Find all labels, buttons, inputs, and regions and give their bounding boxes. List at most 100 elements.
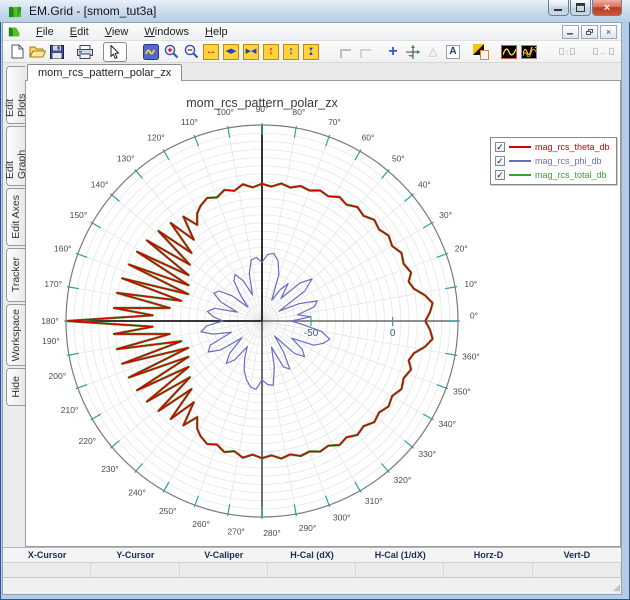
document-tab-strip: mom_rcs_pattern_polar_zx bbox=[25, 63, 621, 81]
delta-marker-button[interactable]: △ bbox=[423, 42, 443, 62]
svg-text:70°: 70° bbox=[328, 117, 341, 127]
text-annotation-button[interactable]: A bbox=[443, 42, 463, 62]
col-y-cursor: Y-Cursor bbox=[116, 549, 155, 560]
sidebar-tab-workspace[interactable]: Workspace bbox=[6, 304, 25, 366]
svg-text:60°: 60° bbox=[362, 132, 375, 142]
text-a-icon: A bbox=[446, 44, 460, 59]
plot-style-1-button[interactable] bbox=[499, 42, 519, 62]
menu-windows[interactable]: Windows bbox=[136, 24, 197, 40]
svg-text:340°: 340° bbox=[438, 419, 456, 429]
legend-checkbox-phi[interactable]: ✓ bbox=[495, 156, 505, 166]
fit-horizontal-button[interactable]: ◀▶ bbox=[221, 42, 241, 62]
sidebar-tab-edit-axes[interactable]: Edit Axes bbox=[6, 188, 25, 246]
expand-horizontal-icon: ↔ bbox=[205, 45, 217, 57]
menu-file[interactable]: File bbox=[28, 24, 62, 40]
shrink-vertical-button[interactable]: ▼ ▲ bbox=[301, 42, 321, 62]
shrink-horizontal-icon: ▶◀ bbox=[245, 48, 257, 55]
plus-cursor-icon: + bbox=[388, 42, 398, 60]
svg-text:110°: 110° bbox=[181, 117, 198, 127]
svg-text:200°: 200° bbox=[49, 371, 67, 381]
color-palette-button[interactable] bbox=[471, 42, 491, 62]
resize-grip-icon[interactable]: ◢ bbox=[613, 582, 620, 593]
svg-text:300°: 300° bbox=[333, 512, 351, 522]
radial-labels: -50 0 bbox=[304, 317, 396, 339]
zoom-window-button[interactable] bbox=[141, 42, 161, 62]
zoom-out-button[interactable] bbox=[181, 42, 201, 62]
svg-text:140°: 140° bbox=[91, 180, 109, 190]
svg-text:280°: 280° bbox=[263, 528, 281, 538]
svg-text:220°: 220° bbox=[78, 436, 96, 446]
expand-vertical-button[interactable]: ↕ bbox=[261, 42, 281, 62]
legend-row: ✓ mag_rcs_theta_db bbox=[495, 141, 610, 153]
new-document-button[interactable] bbox=[7, 42, 27, 62]
val-x-cursor bbox=[3, 562, 92, 577]
shrink-vertical-icon: ▼ ▲ bbox=[308, 46, 314, 57]
double-wave-icon bbox=[521, 44, 537, 59]
corner-marker-2-button[interactable] bbox=[355, 42, 375, 62]
val-v-caliper bbox=[180, 562, 268, 577]
sidebar-tab-edit-plots[interactable]: Edit Plots bbox=[4, 66, 28, 124]
corner-marker-1-button[interactable] bbox=[335, 42, 355, 62]
menu-view[interactable]: View bbox=[97, 24, 137, 40]
spread-horizontal-button-disabled: ↔ bbox=[589, 42, 617, 62]
svg-text:270°: 270° bbox=[227, 526, 245, 536]
sine-wave-icon bbox=[501, 44, 517, 59]
svg-text:190°: 190° bbox=[42, 336, 60, 346]
legend-line-sample bbox=[509, 146, 531, 148]
mdi-minimize-button[interactable] bbox=[562, 25, 579, 39]
svg-text:150°: 150° bbox=[70, 210, 88, 220]
fit-vertical-button[interactable]: ↕ bbox=[281, 42, 301, 62]
color-palette-icon bbox=[473, 43, 489, 60]
svg-text:90°: 90° bbox=[256, 104, 269, 114]
add-cursor-button[interactable]: + bbox=[383, 42, 403, 62]
maximize-button[interactable] bbox=[570, 0, 591, 16]
svg-text:20°: 20° bbox=[455, 243, 468, 253]
svg-text:210°: 210° bbox=[61, 405, 79, 415]
svg-text:170°: 170° bbox=[44, 279, 62, 289]
save-button[interactable] bbox=[47, 42, 67, 62]
triangle-icon: △ bbox=[428, 46, 438, 58]
sidebar-tab-tracker[interactable]: Tracker bbox=[6, 248, 25, 302]
zoom-in-button[interactable] bbox=[161, 42, 181, 62]
close-icon: × bbox=[603, 1, 611, 14]
minimize-button[interactable] bbox=[548, 0, 569, 16]
legend-row: ✓ mag_rcs_phi_db bbox=[495, 155, 610, 167]
legend-line-sample bbox=[509, 174, 531, 176]
select-pointer-button[interactable] bbox=[103, 41, 127, 62]
corner-marker-icon-2 bbox=[359, 49, 371, 58]
shrink-horizontal-button[interactable]: ▶◀ bbox=[241, 42, 261, 62]
print-button[interactable] bbox=[75, 42, 95, 62]
legend-checkbox-total[interactable]: ✓ bbox=[495, 170, 505, 180]
val-h-cal-dx bbox=[268, 562, 357, 577]
plot-panel: mom_rcs_pattern_polar_zx -50 0 0° 10° 20° 30° 4… bbox=[25, 81, 621, 547]
svg-text:30°: 30° bbox=[439, 210, 452, 220]
svg-text:320°: 320° bbox=[394, 475, 412, 485]
axes-tracker-button[interactable] bbox=[403, 42, 423, 62]
menu-help[interactable]: Help bbox=[197, 24, 236, 40]
legend-row: ✓ mag_rcs_total_db bbox=[495, 169, 610, 181]
pointer-icon bbox=[110, 44, 120, 59]
menu-edit[interactable]: Edit bbox=[62, 24, 97, 40]
sidebar-tab-edit-graph[interactable]: Edit Graph bbox=[4, 126, 28, 186]
title-bar[interactable]: EM.Grid - [smom_tut3a] × bbox=[0, 0, 630, 22]
tab-mom-rcs-pattern-polar-zx[interactable]: mom_rcs_pattern_polar_zx bbox=[27, 64, 183, 81]
svg-text:50°: 50° bbox=[392, 154, 405, 164]
legend-label-phi: mag_rcs_phi_db bbox=[535, 156, 602, 166]
expand-horizontal-button[interactable]: ↔ bbox=[201, 42, 221, 62]
fit-horizontal-icon: ◀▶ bbox=[225, 48, 237, 55]
col-x-cursor: X-Cursor bbox=[27, 549, 67, 560]
mdi-restore-button[interactable] bbox=[581, 25, 598, 39]
legend-checkbox-theta[interactable]: ✓ bbox=[495, 142, 505, 152]
mdi-close-icon: × bbox=[605, 27, 612, 37]
close-button[interactable]: × bbox=[592, 0, 622, 16]
col-horz-d: Horz-D bbox=[473, 549, 504, 560]
menu-bar: File Edit View Windows Help × bbox=[3, 23, 621, 41]
mdi-close-button[interactable]: × bbox=[600, 25, 617, 39]
mdi-child-icon bbox=[8, 27, 20, 37]
sidebar-tab-hide[interactable]: Hide bbox=[6, 368, 25, 406]
open-file-button[interactable] bbox=[27, 42, 47, 62]
plot-style-2-button[interactable] bbox=[519, 42, 539, 62]
window-title: EM.Grid - [smom_tut3a] bbox=[29, 4, 157, 18]
legend-label-theta: mag_rcs_theta_db bbox=[535, 142, 610, 152]
svg-text:80°: 80° bbox=[292, 107, 305, 117]
